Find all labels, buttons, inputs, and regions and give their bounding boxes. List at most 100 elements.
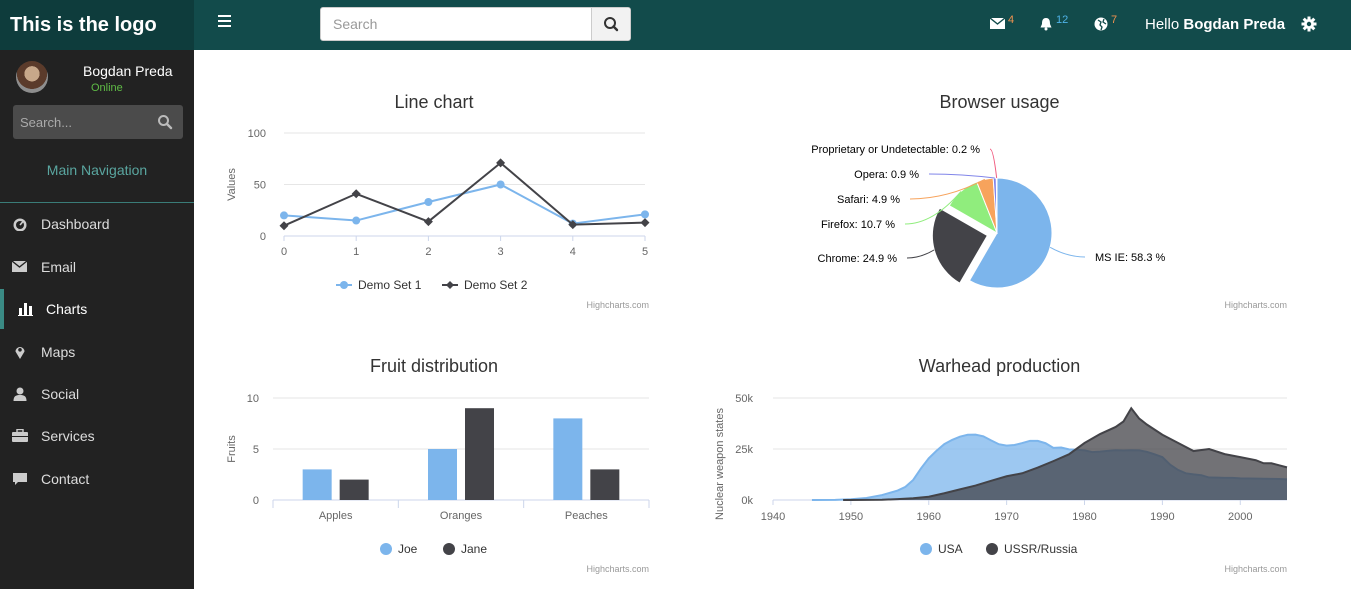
data-point <box>424 198 433 207</box>
header-search <box>320 7 631 41</box>
sidebar-item-label: Email <box>41 259 77 275</box>
online-status: Online <box>91 82 123 94</box>
menu-toggle-icon[interactable] <box>218 15 232 29</box>
x-tick-label: 1960 <box>917 511 941 523</box>
highcharts-credit[interactable]: Highcharts.com <box>586 300 649 310</box>
y-tick-label: 0 <box>253 495 259 507</box>
envelope-icon <box>990 18 1006 29</box>
y-tick-label: 5 <box>253 444 259 456</box>
search-icon <box>604 17 619 32</box>
header-search-input[interactable] <box>321 8 593 40</box>
notifications-count: 12 <box>1056 14 1069 26</box>
bar-chart-panel: Fruit distribution 0 5 10 Fruits Apples Orang… <box>214 349 654 584</box>
sidebar-item-social[interactable]: Social <box>0 374 194 414</box>
x-tick-label: 5 <box>642 246 648 258</box>
gear-icon <box>1301 16 1317 32</box>
sidebar-item-label: Contact <box>41 471 90 487</box>
x-tick-label: 0 <box>281 246 287 258</box>
legend-marker <box>380 543 392 555</box>
area-chart-panel: Warhead production 0k 25k 50k 1940 1950 1960 1… <box>707 349 1292 584</box>
sidebar-item-label: Charts <box>46 301 88 317</box>
sidebar: Bogdan Preda Online Main Navigation Dash… <box>0 50 194 589</box>
legend-label: USA <box>938 542 963 556</box>
legend-marker <box>920 543 932 555</box>
sidebar-item-services[interactable]: Services <box>0 416 194 456</box>
search-icon[interactable] <box>157 114 173 130</box>
sidebar-item-dashboard[interactable]: Dashboard <box>0 204 194 244</box>
line-chart-panel: Line chart 0 50 100 0 1 2 3 4 5 Values Demo Set 1D… <box>214 85 654 320</box>
connector-line <box>1049 246 1086 258</box>
comment-icon <box>13 473 27 485</box>
nav-header: Main Navigation <box>46 162 148 178</box>
legend-label: USSR/Russia <box>1004 542 1078 556</box>
user-menu[interactable]: Hello Bogdan Preda <box>1145 16 1285 33</box>
data-label: Firefox: 10.7 % <box>821 219 895 231</box>
data-point <box>640 218 650 228</box>
x-tick-label: 1950 <box>839 511 863 523</box>
legend-label: Jane <box>461 542 487 556</box>
data-label: Opera: 0.9 % <box>854 169 919 181</box>
top-navbar: This is the logo 4 12 7 Hello Bogdan Pre… <box>0 0 1351 50</box>
header-search-button[interactable] <box>591 8 630 40</box>
legend-marker <box>340 281 348 289</box>
connector-line <box>989 148 998 179</box>
x-tick-label: 2000 <box>1228 511 1252 523</box>
highcharts-credit[interactable]: Highcharts.com <box>1224 300 1287 310</box>
data-label: Safari: 4.9 % <box>837 194 900 206</box>
data-point <box>280 211 288 220</box>
header-user-name: Bogdan Preda <box>1183 16 1286 33</box>
data-point <box>351 189 361 199</box>
x-tick-label: Apples <box>319 510 353 522</box>
area-chart: 0k 25k 50k 1940 1950 1960 1970 1980 1990 2000 Nucl… <box>714 393 1288 556</box>
line-chart: 0 50 100 0 1 2 3 4 5 Values Demo Set 1 Demo Set 2 <box>226 128 650 292</box>
legend-label: Demo Set 2 <box>464 278 528 292</box>
highcharts-credit[interactable]: Highcharts.com <box>1224 564 1287 574</box>
data-point <box>496 180 505 189</box>
x-tick-label: Peaches <box>565 510 608 522</box>
logo[interactable]: This is the logo <box>0 0 194 50</box>
legend-marker <box>446 281 454 289</box>
data-label: Proprietary or Undetectable: 0.2 % <box>811 144 980 156</box>
sidebar-item-charts[interactable]: Charts <box>0 289 194 329</box>
x-tick-label: Oranges <box>440 510 483 522</box>
sidebar-item-email[interactable]: Email <box>0 247 194 287</box>
sidebar-item-maps[interactable]: Maps <box>0 332 194 372</box>
x-tick-label: 4 <box>570 246 576 258</box>
sidebar-item-label: Social <box>41 386 80 402</box>
x-tick-label: 1990 <box>1150 511 1174 523</box>
briefcase-icon <box>12 429 28 442</box>
legend-marker <box>986 543 998 555</box>
sidebar-search-input[interactable] <box>13 105 143 139</box>
sidebar-user-name: Bogdan Preda <box>83 63 173 79</box>
bar <box>553 418 583 500</box>
series-line <box>283 183 646 225</box>
sidebar-item-contact[interactable]: Contact <box>0 459 194 499</box>
settings-button[interactable] <box>1301 16 1317 37</box>
nav-divider <box>0 202 194 203</box>
y-tick-label: 0 <box>260 231 266 243</box>
bar-chart-icon <box>18 303 33 316</box>
series-line <box>283 161 646 227</box>
y-tick-label: 50k <box>735 393 753 405</box>
sidebar-item-label: Maps <box>41 344 76 360</box>
x-tick-label: 3 <box>498 246 504 258</box>
data-point <box>352 216 361 225</box>
x-tick-label: 1970 <box>994 511 1018 523</box>
tasks-count: 7 <box>1111 14 1118 26</box>
highcharts-credit[interactable]: Highcharts.com <box>586 564 649 574</box>
bar-chart: 0 5 10 Fruits Apples Oranges Peaches Joe Jane <box>226 393 650 556</box>
pie-slice <box>995 177 998 234</box>
y-tick-label: 50 <box>254 180 266 192</box>
sidebar-item-label: Services <box>41 428 95 444</box>
y-tick-label: 100 <box>248 128 266 140</box>
envelope-icon <box>12 260 28 272</box>
sidebar-search <box>13 105 183 139</box>
avatar <box>16 61 48 93</box>
bar <box>465 408 494 500</box>
sidebar-item-label: Dashboard <box>41 216 110 232</box>
data-point <box>279 221 289 231</box>
y-tick-label: 10 <box>247 393 259 405</box>
globe-icon <box>1094 17 1108 31</box>
y-axis-label: Fruits <box>226 435 238 463</box>
x-tick-label: 1980 <box>1072 511 1096 523</box>
